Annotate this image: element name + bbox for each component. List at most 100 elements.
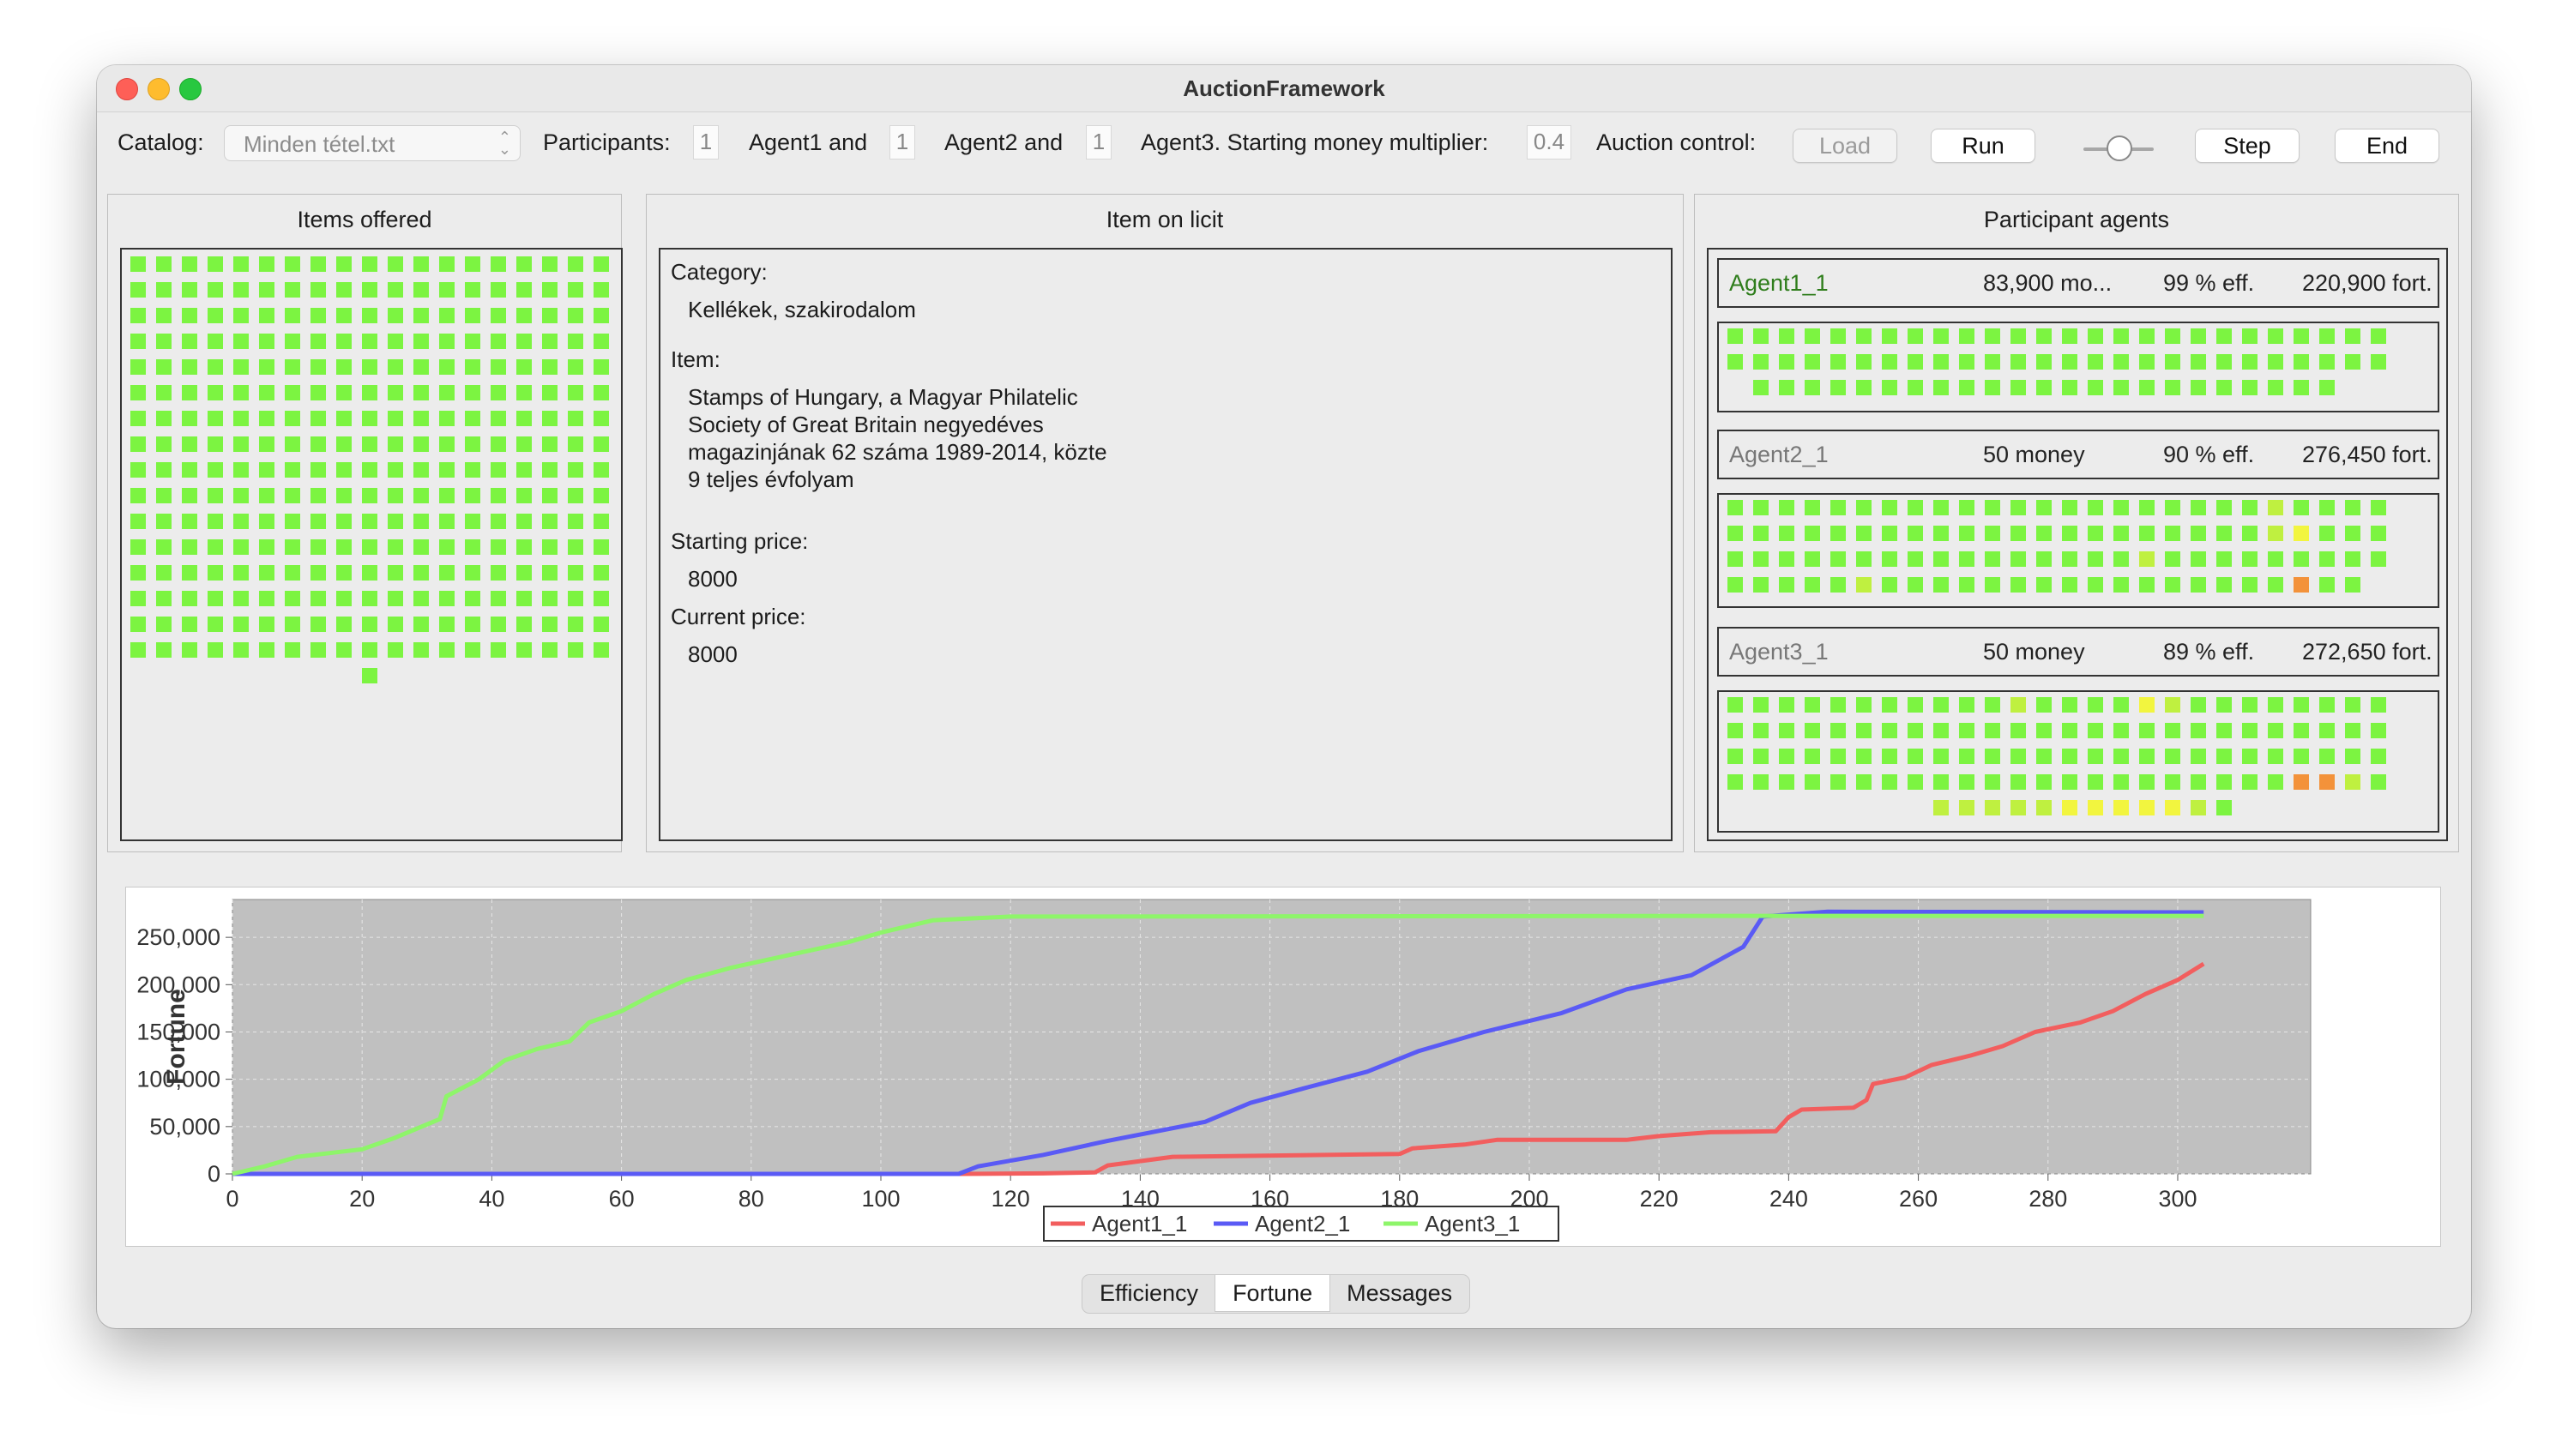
item-cell: [156, 359, 172, 375]
item-cell: [1830, 749, 1846, 764]
agent-row-3[interactable]: Agent3_1 50 money 89 % eff. 272,650 fort…: [1717, 627, 2439, 677]
item-cell: [130, 385, 146, 400]
item-cell: [568, 359, 583, 375]
agent-name: Agent1_1: [1729, 270, 1829, 296]
item-cell-empty: [285, 668, 300, 683]
end-button[interactable]: End: [2335, 129, 2439, 163]
run-button[interactable]: Run: [1931, 129, 2035, 163]
item-cell: [2036, 774, 2052, 790]
multiplier-field[interactable]: 0.4: [1527, 125, 1571, 159]
item-cell: [388, 256, 403, 272]
item-cell: [465, 642, 480, 658]
item-cell: [2191, 697, 2206, 713]
item-cell: [516, 436, 532, 452]
item-cell: [1779, 354, 1794, 370]
item-cell: [465, 617, 480, 632]
item-cell: [2216, 723, 2232, 738]
item-cell: [182, 591, 197, 606]
item-cell: [2191, 723, 2206, 738]
participants-label: Participants:: [543, 129, 671, 155]
item-details-box: Category: Kellékek, szakirodalom Item: S…: [659, 248, 1673, 841]
item-line-3: magazinjának 62 száma 1989-2014, közte: [688, 439, 1107, 465]
agent-row-1[interactable]: Agent1_1 83,900 mo... 99 % eff. 220,900 …: [1717, 258, 2439, 308]
agent1-count-field[interactable]: 1: [693, 125, 719, 159]
tab-messages[interactable]: Messages: [1329, 1275, 1469, 1311]
item-cell: [1805, 500, 1820, 515]
item-cell: [2191, 328, 2206, 344]
item-cell: [516, 617, 532, 632]
item-cell: [1753, 526, 1769, 541]
item-cell: [439, 488, 455, 503]
agent-money: 83,900 mo...: [1983, 270, 2113, 296]
item-cell: [2113, 774, 2129, 790]
item-cell: [2191, 749, 2206, 764]
item-cell: [156, 514, 172, 529]
step-button[interactable]: Step: [2195, 129, 2300, 163]
item-cell: [388, 539, 403, 555]
item-cell: [491, 617, 506, 632]
item-cell: [182, 334, 197, 349]
item-cell: [1830, 354, 1846, 370]
item-cell: [2294, 774, 2309, 790]
item-cell: [208, 539, 223, 555]
item-cell: [491, 642, 506, 658]
item-cell: [2242, 774, 2258, 790]
item-cell: [1908, 774, 1923, 790]
item-cell: [2165, 500, 2180, 515]
chevron-updown-icon: ⌃ ⌄: [497, 129, 511, 158]
item-cell: [2139, 723, 2155, 738]
item-cell: [362, 591, 377, 606]
agent3-count-field[interactable]: 1: [1086, 125, 1112, 159]
item-cell: [439, 308, 455, 323]
item-cell: [208, 462, 223, 478]
item-cell: [1805, 526, 1820, 541]
item-cell: [594, 617, 609, 632]
item-cell: [233, 282, 249, 298]
item-cell: [1908, 328, 1923, 344]
item-cell: [2371, 723, 2386, 738]
agent-row-2[interactable]: Agent2_1 50 money 90 % eff. 276,450 fort…: [1717, 430, 2439, 479]
item-cell: [310, 591, 326, 606]
item-cell: [2139, 354, 2155, 370]
speed-slider-knob[interactable]: [2107, 135, 2132, 161]
item-cell: [1779, 577, 1794, 593]
item-cell: [491, 565, 506, 581]
item-cell: [516, 411, 532, 426]
item-cell: [208, 591, 223, 606]
item-cell: [491, 411, 506, 426]
item-cell: [2191, 380, 2206, 395]
item-cell: [285, 436, 300, 452]
item-cell: [182, 308, 197, 323]
item-cell: [2319, 551, 2335, 567]
item-cell: [568, 308, 583, 323]
item-cell: [1933, 551, 1949, 567]
agent2-items-grid: [1727, 500, 2386, 593]
item-cell: [2371, 749, 2386, 764]
item-cell: [208, 334, 223, 349]
item-cell: [491, 282, 506, 298]
tab-fortune[interactable]: Fortune: [1215, 1275, 1330, 1311]
item-cell: [516, 462, 532, 478]
item-cell: [516, 334, 532, 349]
item-cell: [2268, 723, 2283, 738]
item-cell: [1805, 354, 1820, 370]
catalog-select[interactable]: Minden tétel.txt ⌃ ⌄: [224, 125, 521, 161]
item-cell: [2113, 723, 2129, 738]
item-cell: [1727, 774, 1743, 790]
agent2-count-field[interactable]: 1: [889, 125, 915, 159]
load-button[interactable]: Load: [1793, 129, 1897, 163]
item-cell: [516, 308, 532, 323]
item-cell: [182, 514, 197, 529]
item-cell: [233, 642, 249, 658]
item-cell: [1779, 526, 1794, 541]
item-cell: [2139, 774, 2155, 790]
item-cell: [594, 565, 609, 581]
item-cell-empty: [310, 668, 326, 683]
tab-efficiency[interactable]: Efficiency: [1082, 1275, 1215, 1311]
item-cell: [388, 591, 403, 606]
item-cell: [2345, 328, 2360, 344]
item-cell: [1856, 328, 1872, 344]
item-cell: [388, 385, 403, 400]
item-cell: [491, 462, 506, 478]
item-cell: [491, 256, 506, 272]
